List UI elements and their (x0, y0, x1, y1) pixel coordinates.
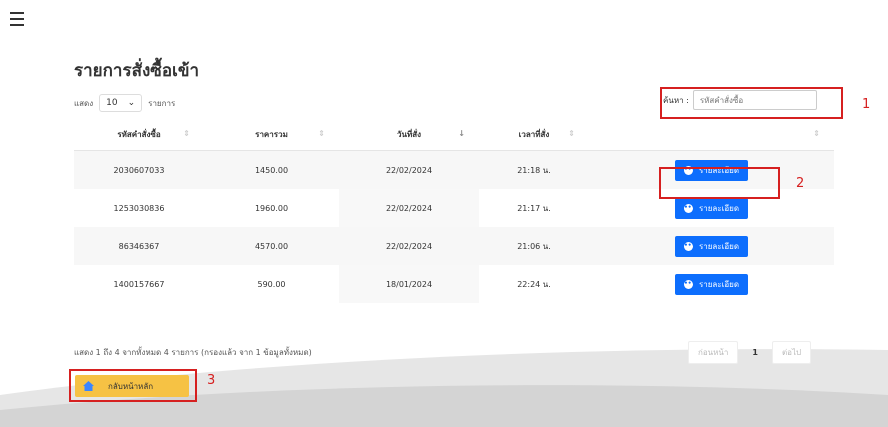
home-icon (83, 381, 94, 391)
total-cell: 1450.00 (204, 150, 339, 189)
detail-button-label: รายละเอียด (698, 279, 740, 289)
more-dots-icon: ••• (683, 279, 696, 289)
back-home-label: กลับหน้าหลัก (108, 381, 154, 391)
sort-icon: ⇕ (813, 129, 820, 138)
order-id-cell: 1400157667 (113, 279, 165, 289)
table-row: 1253030836 1960.00 22/02/2024 21:17 น. •… (74, 189, 834, 227)
page-length-control: แสดง 10 ⌄ รายการ (74, 94, 175, 112)
action-cell: ••• รายละเอียด (589, 189, 834, 227)
date-cell: 22/02/2024 (339, 227, 479, 265)
sort-icon: ⇕ (568, 129, 575, 138)
orders-table: รหัสคำสั่งซื้อ ⇕ ราคารวม ⇕ วันที่สั่ง ↓ เวล… (74, 118, 834, 303)
next-page-button[interactable]: ต่อไป (771, 341, 812, 364)
back-home-button[interactable]: กลับหน้าหลัก (75, 375, 189, 397)
table-row: 2030607033 1450.00 22/02/2024 21:18 น. •… (74, 150, 834, 189)
sort-icon: ⇕ (183, 129, 190, 138)
detail-button-label: รายละเอียด (698, 203, 740, 213)
date-cell: 22/02/2024 (339, 189, 479, 227)
detail-button[interactable]: ••• รายละเอียด (674, 273, 749, 295)
total-cell: 4570.00 (204, 227, 339, 265)
column-header-time[interactable]: เวลาที่สั่ง ⇕ (479, 118, 589, 151)
annotation-number: 1 (862, 97, 871, 112)
total-cell: 590.00 (257, 279, 286, 289)
pagination: ก่อนหน้า 1 ต่อไป (688, 341, 812, 364)
action-cell: ••• รายละเอียด (589, 227, 834, 265)
page-number-button[interactable]: 1 (744, 344, 766, 361)
hamburger-menu-icon[interactable] (10, 12, 24, 30)
column-header-total[interactable]: ราคารวม ⇕ (204, 118, 339, 151)
more-dots-icon: ••• (683, 203, 696, 213)
order-id-cell: 1253030836 (113, 203, 165, 213)
page-length-select[interactable]: 10 ⌄ (99, 94, 143, 112)
time-cell: 21:17 น. (517, 203, 551, 213)
annotation-number: 3 (207, 373, 216, 388)
search-input[interactable] (692, 90, 817, 110)
time-cell: 21:06 น. (479, 227, 589, 265)
table-header-row: รหัสคำสั่งซื้อ ⇕ ราคารวม ⇕ วันที่สั่ง ↓ เวล… (74, 118, 834, 151)
order-id-cell: 2030607033 (74, 150, 204, 189)
page-length-value: 10 (106, 98, 118, 108)
column-header-date[interactable]: วันที่สั่ง ↓ (339, 118, 479, 151)
search-control: ค้นหา : (663, 90, 817, 110)
detail-button[interactable]: ••• รายละเอียด (674, 159, 749, 181)
detail-button[interactable]: ••• รายละเอียด (674, 235, 749, 257)
show-suffix-label: รายการ (148, 98, 176, 108)
detail-button[interactable]: ••• รายละเอียด (674, 197, 749, 219)
page-title: รายการสั่งซื้อเข้า (74, 61, 200, 81)
show-prefix-label: แสดง (74, 98, 94, 108)
table-info: แสดง 1 ถึง 4 จากทั้งหมด 4 รายการ (กรองแล… (74, 348, 312, 357)
sort-desc-icon: ↓ (458, 129, 465, 138)
column-header-order-id[interactable]: รหัสคำสั่งซื้อ ⇕ (74, 118, 204, 151)
table-row: 1400157667 590.00 18/01/2024 22:24 น. ••… (74, 265, 834, 303)
date-cell: 22/02/2024 (339, 150, 479, 189)
chevron-down-icon: ⌄ (127, 98, 136, 108)
search-label: ค้นหา : (663, 95, 689, 105)
date-cell: 18/01/2024 (339, 265, 479, 303)
time-cell: 21:18 น. (479, 150, 589, 189)
detail-button-label: รายละเอียด (698, 165, 740, 175)
sort-icon: ⇕ (318, 129, 325, 138)
prev-page-button[interactable]: ก่อนหน้า (688, 341, 739, 364)
column-header-action[interactable]: ⇕ (589, 118, 834, 151)
detail-button-label: รายละเอียด (698, 241, 740, 251)
total-cell: 1960.00 (254, 203, 289, 213)
order-id-cell: 86346367 (74, 227, 204, 265)
time-cell: 22:24 น. (517, 279, 551, 289)
table-row: 86346367 4570.00 22/02/2024 21:06 น. •••… (74, 227, 834, 265)
action-cell: ••• รายละเอียด (589, 265, 834, 303)
annotation-number: 2 (796, 176, 805, 191)
more-dots-icon: ••• (683, 241, 696, 251)
more-dots-icon: ••• (683, 165, 696, 175)
